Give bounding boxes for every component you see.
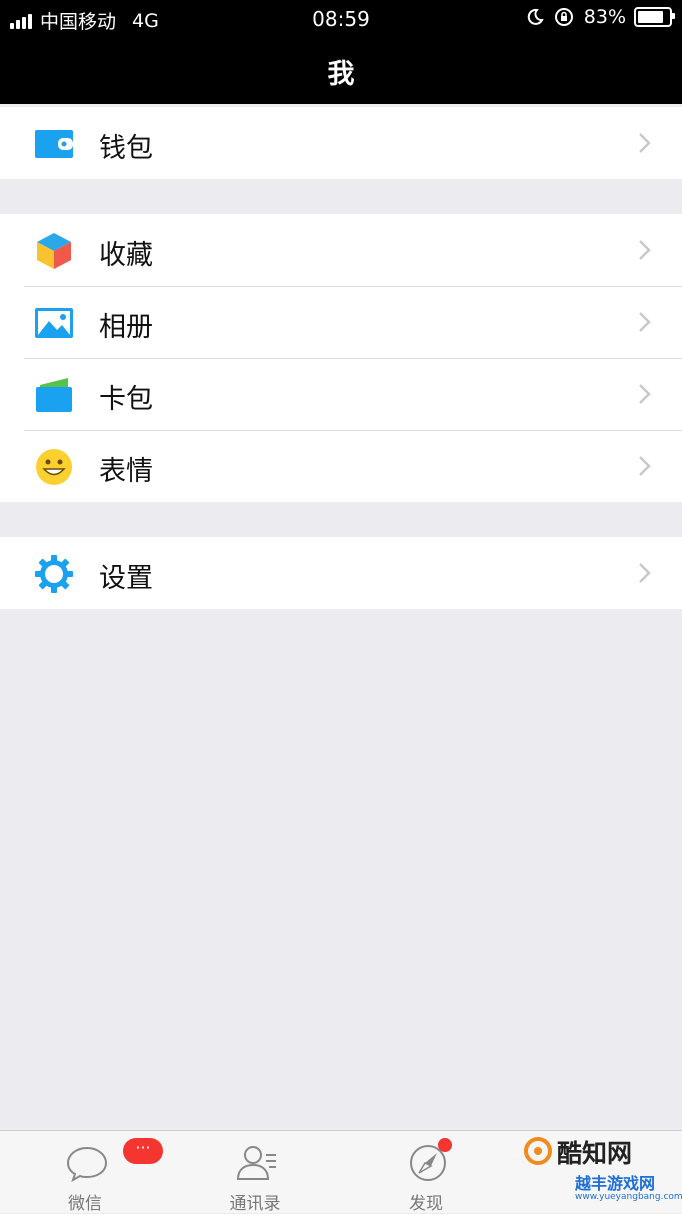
menu-item-favorites[interactable]: 收藏 bbox=[0, 214, 682, 286]
menu-item-label: 收藏 bbox=[99, 240, 153, 271]
watermark-site-name: 越丰游戏网 bbox=[575, 1174, 656, 1193]
tab-contacts[interactable]: 通讯录 bbox=[195, 1131, 315, 1214]
group-features: 收藏 相册 卡包 表情 bbox=[0, 214, 682, 502]
tab-chats[interactable]: ··· 微信 bbox=[25, 1131, 163, 1214]
album-picture-icon bbox=[35, 308, 73, 338]
gear-icon bbox=[35, 555, 73, 593]
menu-item-label: 钱包 bbox=[99, 133, 153, 164]
battery-percent: 83% bbox=[583, 6, 626, 28]
orientation-lock-icon bbox=[554, 8, 573, 26]
menu-item-label: 表情 bbox=[99, 456, 153, 487]
moon-icon bbox=[527, 8, 544, 25]
chevron-right-icon bbox=[639, 456, 651, 476]
new-moments-dot bbox=[438, 1138, 452, 1152]
menu-item-card-pack[interactable]: 卡包 bbox=[0, 358, 682, 430]
smiley-face-icon bbox=[36, 449, 72, 485]
menu-item-label: 相册 bbox=[99, 312, 153, 343]
card-pack-icon bbox=[36, 378, 72, 412]
menu-item-album[interactable]: 相册 bbox=[0, 286, 682, 358]
menu-item-label: 设置 bbox=[99, 563, 153, 594]
favorites-cube-icon bbox=[37, 233, 71, 269]
menu-item-settings[interactable]: 设置 bbox=[0, 537, 682, 609]
menu-item-wallet[interactable]: 钱包 bbox=[0, 107, 682, 179]
watermark-text: 酷知网 bbox=[557, 1139, 633, 1168]
chevron-right-icon bbox=[639, 240, 651, 260]
group-wallet: 钱包 bbox=[0, 107, 682, 179]
chevron-right-icon bbox=[639, 563, 651, 583]
watermark-url: www.yueyangbang.com bbox=[575, 1192, 682, 1202]
tab-label: 微信 bbox=[68, 1194, 102, 1214]
contacts-icon bbox=[236, 1146, 276, 1180]
chat-bubble-icon bbox=[66, 1146, 108, 1183]
tab-discover[interactable]: 发现 bbox=[366, 1131, 486, 1214]
group-settings: 设置 bbox=[0, 537, 682, 609]
nav-bar: 我 bbox=[0, 36, 682, 104]
wallet-icon bbox=[35, 130, 73, 158]
watermark-logo-icon bbox=[524, 1137, 552, 1165]
status-bar: 中国移动 4G 08:59 83% bbox=[0, 0, 682, 36]
battery-icon bbox=[634, 7, 675, 27]
page-title: 我 bbox=[327, 59, 355, 90]
chevron-right-icon bbox=[639, 133, 651, 153]
tab-label: 发现 bbox=[409, 1194, 443, 1214]
tab-label: 通讯录 bbox=[229, 1194, 281, 1214]
chevron-right-icon bbox=[639, 384, 651, 404]
menu-item-label: 卡包 bbox=[99, 384, 153, 415]
unread-badge: ··· bbox=[123, 1138, 163, 1164]
site-watermark: 酷知网 越丰游戏网 www.yueyangbang.com bbox=[505, 1122, 682, 1210]
menu-item-stickers[interactable]: 表情 bbox=[0, 430, 682, 502]
chevron-right-icon bbox=[639, 312, 651, 332]
